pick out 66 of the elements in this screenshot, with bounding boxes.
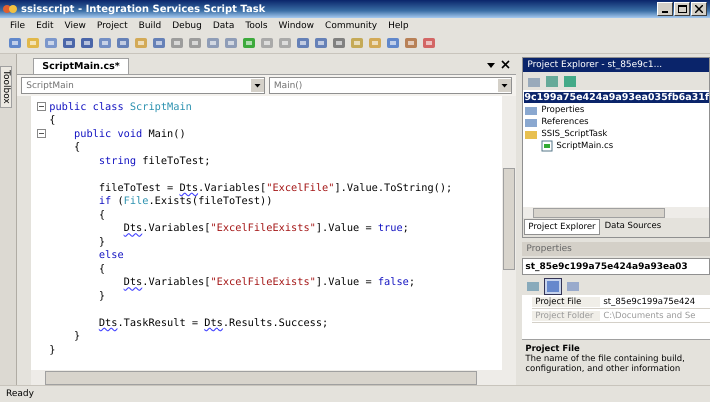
horizontal-scrollbar[interactable]	[31, 370, 516, 385]
code-line: }	[98, 290, 106, 302]
collapse-icon[interactable]	[37, 129, 46, 138]
panel-tab[interactable]: Data Sources	[602, 219, 664, 235]
panel-title: Properties	[522, 242, 710, 256]
maximize-button[interactable]	[674, 2, 690, 16]
status-bar: Ready	[0, 385, 710, 402]
property-name: Project Folder	[532, 310, 600, 320]
menu-item[interactable]: File	[10, 20, 26, 30]
code-line: {	[49, 114, 56, 126]
code-line: {	[98, 262, 106, 275]
description-text: The name of the file containing build,	[525, 354, 686, 364]
close-icon[interactable]	[501, 60, 510, 69]
tree-item[interactable]: Properties	[541, 105, 584, 115]
code-line: Dts.Variables["ExcelFileExists"].Value = false;	[122, 276, 416, 288]
maximize-icon	[678, 5, 686, 13]
code-line: else	[98, 249, 124, 262]
description-text: configuration, and other information	[525, 364, 682, 374]
code-line: {	[98, 208, 106, 221]
horizontal-scrollbar[interactable]	[523, 207, 709, 218]
panel-tab[interactable]: Project Explorer	[524, 219, 600, 235]
object-dropdown[interactable]: st_85e9c199a75e424a9a93ea03	[522, 258, 710, 275]
dropdown-icon[interactable]	[487, 63, 496, 69]
tree-item[interactable]: SSIS_ScriptTask	[541, 129, 608, 139]
toolbox-tab[interactable]: Toolbox	[0, 66, 12, 108]
tree-item[interactable]: References	[541, 117, 589, 127]
tree-item[interactable]: 9c199a75e424a9a93ea035fb6a31f	[524, 92, 709, 102]
code-line: fileToTest = Dts.Variables["ExcelFile"].Value.ToString();	[98, 182, 452, 194]
code-line: if (File.Exists(fileToTest))	[98, 195, 272, 208]
panel-title: Project Explorer - st_85e9c1...	[523, 58, 709, 72]
app-icon	[3, 3, 17, 15]
property-name: Project File	[532, 296, 600, 306]
document-icon	[524, 104, 538, 116]
document-tab[interactable]: ScriptMain.cs*	[33, 58, 129, 74]
code-line: Dts.TaskResult = Dts.Results.Success;	[98, 316, 328, 329]
vertical-scrollbar[interactable]	[502, 96, 516, 370]
code-line: }	[73, 330, 80, 342]
code-file-icon	[541, 140, 554, 152]
code-line: public void Main()	[73, 128, 186, 140]
menu-item[interactable]: Window	[278, 20, 314, 30]
menu-item[interactable]: Tools	[245, 20, 268, 30]
menu-item[interactable]: Debug	[172, 20, 202, 30]
collapse-icon[interactable]	[37, 102, 46, 112]
menu-item[interactable]: Build	[138, 20, 162, 30]
code-line: string fileToTest;	[98, 154, 210, 167]
code-line: }	[98, 236, 106, 248]
property-value[interactable]: st_85e9c199a75e424	[600, 296, 696, 306]
close-icon	[695, 5, 703, 13]
class-dropdown[interactable]: ScriptMain	[21, 77, 265, 94]
member-dropdown[interactable]: Main()	[268, 77, 512, 94]
menu-item[interactable]: View	[64, 20, 86, 30]
code-line: }	[49, 344, 56, 356]
menu-item[interactable]: Project	[96, 20, 128, 30]
menu-item[interactable]: Help	[388, 20, 409, 30]
menu-item[interactable]: Edit	[36, 20, 54, 30]
window-title: ssisscript - Integration Services Script Task	[21, 4, 266, 14]
code-line: public class ScriptMain	[49, 100, 192, 113]
menu-item[interactable]: Data	[212, 20, 234, 30]
close-button[interactable]	[691, 2, 707, 16]
menu-item[interactable]: Community	[325, 20, 378, 30]
tree-item[interactable]: ScriptMain.cs	[556, 141, 614, 151]
description-title: Project File	[525, 344, 581, 354]
document-icon	[524, 116, 538, 128]
code-line: {	[73, 141, 80, 154]
minimize-button[interactable]	[657, 2, 673, 16]
code-line: Dts.Variables["ExcelFileExists"].Value = true;	[122, 222, 409, 234]
